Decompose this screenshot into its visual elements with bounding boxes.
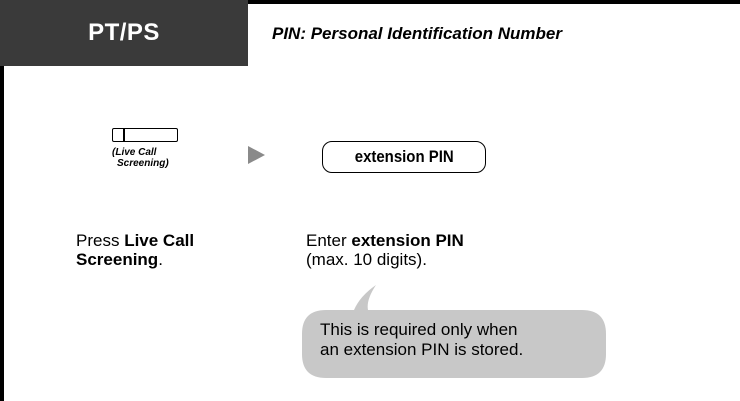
step1-instruction: Press Live Call Screening.	[76, 231, 256, 269]
manual-page: PT/PS PIN: Personal Identification Numbe…	[0, 0, 740, 401]
header-subtitle: PIN: Personal Identification Number	[272, 24, 562, 43]
extension-pin-box-label: extension PIN	[354, 147, 454, 166]
step2-instruction-prefix: Enter	[306, 231, 352, 250]
step1-instruction-prefix: Press	[76, 231, 125, 250]
step1-instruction-suffix: .	[158, 250, 163, 269]
step2-instruction-bold: extension PIN	[351, 231, 464, 250]
header-tab-label: PT/PS	[88, 19, 160, 46]
step2-instruction: Enter extension PIN (max. 10 digits).	[306, 231, 546, 269]
note-line1: This is required only when	[320, 320, 518, 339]
note-text: This is required only when an extension …	[320, 320, 610, 360]
key-divider	[123, 129, 125, 141]
key-caption-line1: (Live Call	[112, 147, 157, 158]
live-call-screening-key-icon	[112, 128, 178, 142]
extension-pin-box: extension PIN	[322, 141, 486, 173]
note-line2: an extension PIN is stored.	[320, 340, 524, 359]
step2-instruction-detail: (max. 10 digits).	[306, 250, 427, 269]
key-caption: (Live Call Screening)	[104, 147, 190, 169]
right-arrow-icon	[248, 146, 265, 164]
step1-instruction-bold-2: Screening	[76, 250, 159, 269]
step1-instruction-bold-1: Live Call	[124, 231, 195, 250]
header-tab: PT/PS	[0, 0, 248, 66]
key-caption-line2: Screening)	[117, 158, 169, 169]
